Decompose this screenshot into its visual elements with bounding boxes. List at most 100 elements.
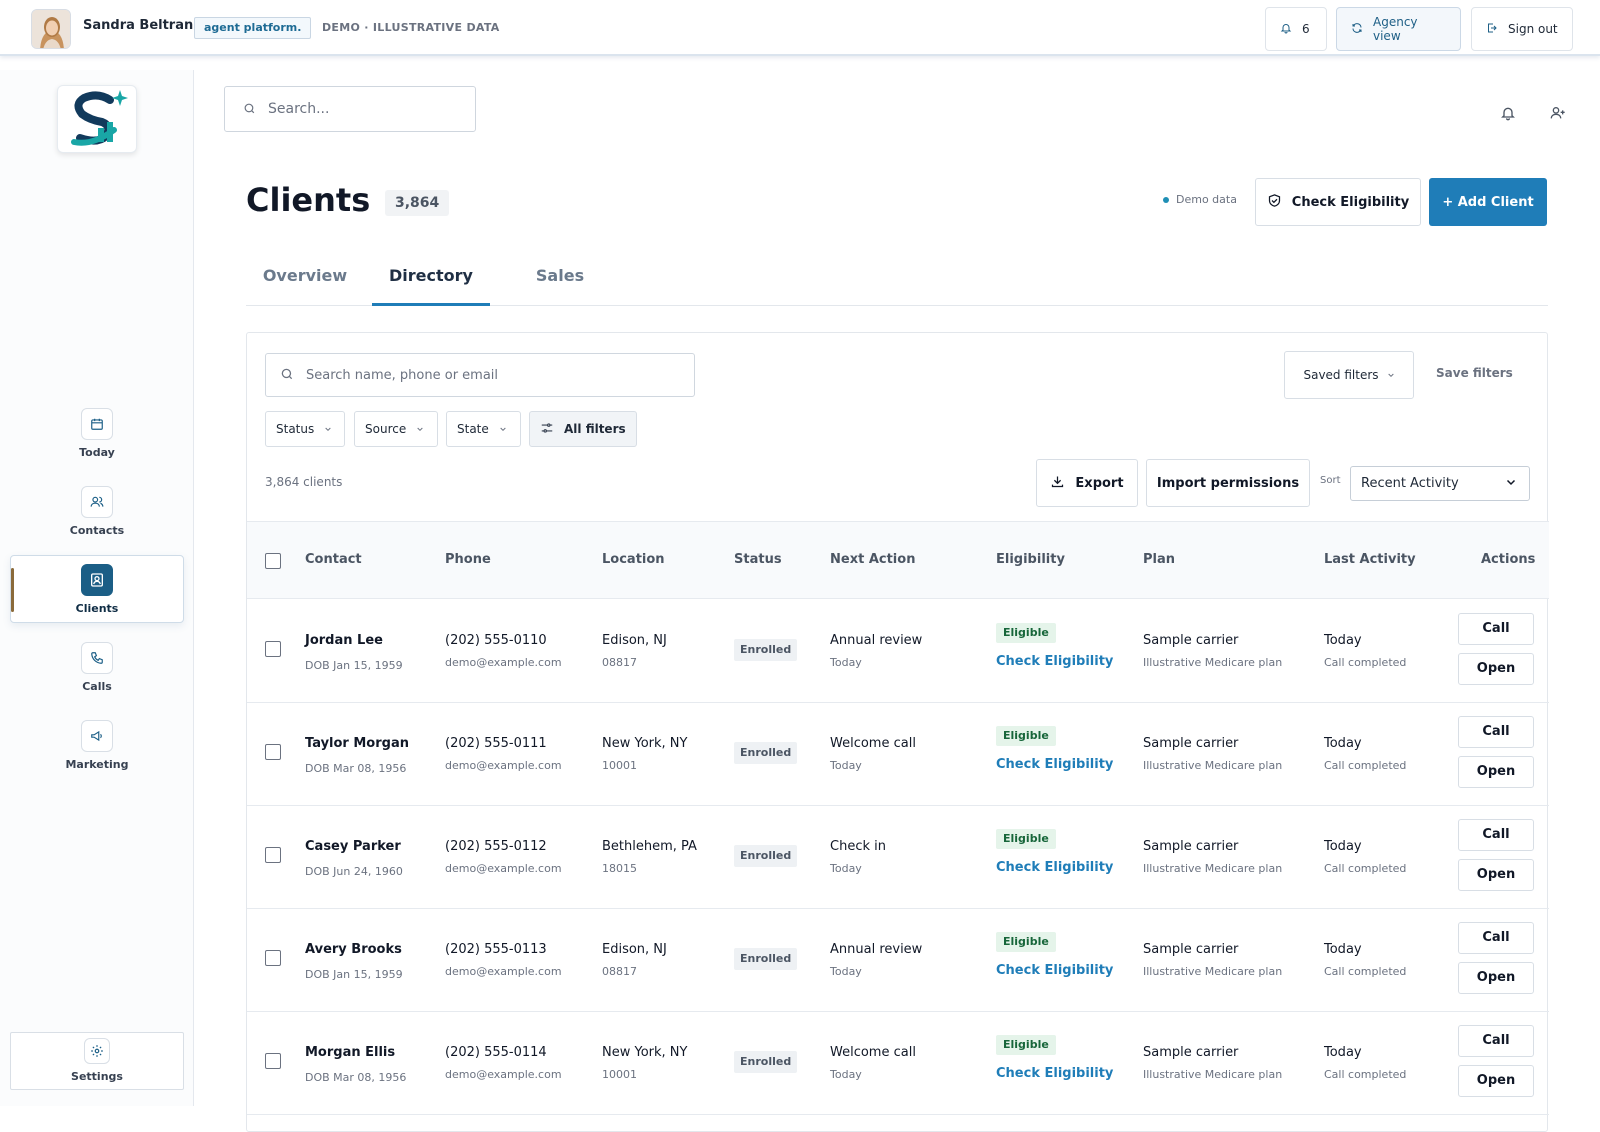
client-email[interactable]: demo@example.com	[445, 656, 562, 669]
check-eligibility-link[interactable]: Check Eligibility	[996, 1066, 1113, 1081]
client-name[interactable]: Taylor Morgan	[305, 736, 409, 751]
filter-status[interactable]: Status	[265, 411, 345, 447]
client-email[interactable]: demo@example.com	[445, 862, 562, 875]
app-logo[interactable]	[57, 85, 137, 153]
chevron-down-icon	[324, 422, 332, 436]
client-dob: DOB Mar 08, 1956	[305, 762, 407, 775]
client-name[interactable]: Casey Parker	[305, 839, 401, 854]
column-header-last-activity[interactable]: Last Activity	[1324, 552, 1416, 567]
import-permissions-button[interactable]: Import permissions	[1146, 459, 1310, 507]
sidebar-item-marketing[interactable]: Marketing	[10, 718, 184, 786]
global-search-input[interactable]	[268, 101, 458, 117]
plan-carrier: Sample carrier	[1143, 633, 1239, 648]
client-email[interactable]: demo@example.com	[445, 1068, 562, 1081]
next-action: Welcome call	[830, 736, 916, 751]
select-all-checkbox[interactable]	[265, 553, 281, 569]
column-header-phone[interactable]: Phone	[445, 552, 491, 567]
add-client-button[interactable]: + Add Client	[1429, 178, 1547, 226]
client-city: Edison, NJ	[602, 633, 667, 648]
call-button[interactable]: Call	[1458, 1025, 1534, 1057]
row-checkbox[interactable]	[265, 744, 281, 760]
client-phone[interactable]: (202) 555-0113	[445, 942, 547, 957]
bell-icon[interactable]	[1496, 101, 1520, 125]
all-filters-button[interactable]: All filters	[529, 411, 637, 447]
table-row[interactable]: Morgan Ellis DOB Mar 08, 1956 (202) 555-…	[247, 1012, 1549, 1115]
open-button[interactable]: Open	[1458, 859, 1534, 891]
eligibility-badge: Eligible	[996, 623, 1056, 643]
sidebar-item-today[interactable]: Today	[10, 406, 184, 474]
check-eligibility-link[interactable]: Check Eligibility	[996, 860, 1113, 875]
column-header-eligibility[interactable]: Eligibility	[996, 552, 1065, 567]
column-header-location[interactable]: Location	[602, 552, 665, 567]
check-eligibility-button[interactable]: Check Eligibility	[1255, 178, 1421, 226]
client-phone[interactable]: (202) 555-0112	[445, 839, 547, 854]
row-checkbox[interactable]	[265, 1053, 281, 1069]
sort-value: Recent Activity	[1361, 476, 1459, 491]
save-filters-button[interactable]: Save filters	[1436, 366, 1513, 380]
client-email[interactable]: demo@example.com	[445, 965, 562, 978]
call-button[interactable]: Call	[1458, 613, 1534, 645]
tab-directory[interactable]: Directory	[372, 258, 490, 306]
saved-filters-dropdown[interactable]: Saved filters	[1284, 351, 1414, 399]
client-city: Bethlehem, PA	[602, 839, 697, 854]
call-button[interactable]: Call	[1458, 922, 1534, 954]
table-row[interactable]: Jordan Lee DOB Jan 15, 1959 (202) 555-01…	[247, 600, 1549, 703]
chevron-down-icon	[416, 422, 424, 436]
table-row[interactable]: Taylor Morgan DOB Mar 08, 1956 (202) 555…	[247, 703, 1549, 806]
client-phone[interactable]: (202) 555-0111	[445, 736, 547, 751]
client-phone[interactable]: (202) 555-0110	[445, 633, 547, 648]
sidebar-item-label: Clients	[75, 602, 119, 615]
call-button[interactable]: Call	[1458, 819, 1534, 851]
open-button[interactable]: Open	[1458, 653, 1534, 685]
column-header-contact[interactable]: Contact	[305, 552, 362, 567]
user-name: Sandra Beltran	[83, 18, 194, 33]
check-eligibility-link[interactable]: Check Eligibility	[996, 963, 1113, 978]
plan-carrier: Sample carrier	[1143, 942, 1239, 957]
sidebar-item-clients[interactable]: Clients	[10, 555, 184, 623]
table-row[interactable]: Avery Brooks DOB Jan 15, 1959 (202) 555-…	[247, 909, 1549, 1012]
filter-state[interactable]: State	[446, 411, 521, 447]
filter-source[interactable]: Source	[354, 411, 438, 447]
call-button[interactable]: Call	[1458, 716, 1534, 748]
column-header-status[interactable]: Status	[734, 552, 782, 567]
client-search[interactable]	[265, 353, 695, 397]
client-search-input[interactable]	[306, 367, 686, 383]
export-button[interactable]: Export	[1036, 459, 1138, 507]
open-button[interactable]: Open	[1458, 962, 1534, 994]
client-phone[interactable]: (202) 555-0114	[445, 1045, 547, 1060]
tab-overview[interactable]: Overview	[246, 258, 364, 306]
sort-select[interactable]: Recent Activity	[1350, 466, 1530, 501]
client-name[interactable]: Avery Brooks	[305, 942, 402, 957]
sidebar-item-contacts[interactable]: Contacts	[10, 484, 184, 552]
tab-sales[interactable]: Sales	[510, 258, 610, 306]
agency-view-button[interactable]: Agency view	[1336, 7, 1461, 51]
open-button[interactable]: Open	[1458, 756, 1534, 788]
column-header-plan[interactable]: Plan	[1143, 552, 1175, 567]
table-row[interactable]: Casey Parker DOB Jun 24, 1960 (202) 555-…	[247, 806, 1549, 909]
check-eligibility-link[interactable]: Check Eligibility	[996, 757, 1113, 772]
client-count: 3,864 clients	[265, 475, 343, 489]
row-checkbox[interactable]	[265, 847, 281, 863]
notifications-button[interactable]: 6	[1265, 7, 1327, 51]
last-activity: Today	[1324, 736, 1362, 751]
column-header-next-action[interactable]: Next Action	[830, 552, 915, 567]
next-action-when: Today	[830, 759, 862, 772]
chevron-down-icon	[499, 422, 507, 436]
sidebar-item-settings[interactable]: Settings	[10, 1032, 184, 1090]
plan-name: Illustrative Medicare plan	[1143, 656, 1283, 669]
row-checkbox[interactable]	[265, 950, 281, 966]
global-search[interactable]	[224, 86, 476, 132]
client-city: Edison, NJ	[602, 942, 667, 957]
sign-out-button[interactable]: Sign out	[1471, 7, 1573, 51]
avatar[interactable]	[31, 9, 71, 49]
add-user-icon[interactable]	[1546, 101, 1570, 125]
sidebar-item-calls[interactable]: Calls	[10, 640, 184, 708]
sort-label: Sort	[1320, 475, 1341, 486]
check-eligibility-link[interactable]: Check Eligibility	[996, 654, 1113, 669]
client-name[interactable]: Morgan Ellis	[305, 1045, 395, 1060]
open-button[interactable]: Open	[1458, 1065, 1534, 1097]
row-checkbox[interactable]	[265, 641, 281, 657]
client-email[interactable]: demo@example.com	[445, 759, 562, 772]
filter-label: State	[457, 422, 489, 436]
client-name[interactable]: Jordan Lee	[305, 633, 383, 648]
